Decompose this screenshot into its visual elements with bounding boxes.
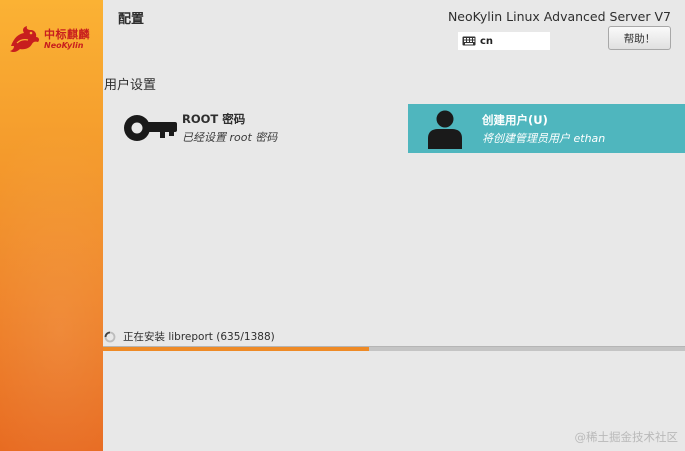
logo-text-cn: 中标麒麟 xyxy=(44,27,90,41)
section-title-user-settings: 用户设置 xyxy=(104,78,157,93)
keyboard-icon xyxy=(462,36,476,46)
keyboard-layout-indicator[interactable]: cn xyxy=(458,32,550,50)
neokylin-logo: 中标麒麟 NeoKylin xyxy=(8,22,98,56)
key-icon xyxy=(124,115,177,141)
spoke-root-password-status: 已经设置 root 密码 xyxy=(182,131,278,144)
spoke-create-user[interactable]: 创建用户(U) 将创建管理员用户 ethan xyxy=(408,104,685,153)
logo-text-en: NeoKylin xyxy=(44,40,84,50)
keyboard-layout-label: cn xyxy=(480,35,494,47)
product-title: NeoKylin Linux Advanced Server V7 xyxy=(447,9,671,24)
install-progress-text: 正在安装 libreport (635/1388) xyxy=(123,331,275,343)
watermark: @稀土掘金技术社区 xyxy=(574,430,679,444)
spoke-root-password-name: ROOT 密码 xyxy=(182,112,246,126)
sidebar: 中标麒麟 NeoKylin xyxy=(0,0,103,451)
spoke-create-user-name: 创建用户(U) xyxy=(482,112,548,127)
page-title: 配置 xyxy=(118,12,145,27)
install-progress-fill xyxy=(103,347,370,351)
spoke-root-password[interactable]: ROOT 密码 已经设置 root 密码 xyxy=(120,104,400,152)
spoke-create-user-status: 将创建管理员用户 ethan xyxy=(482,131,606,145)
spinner-icon xyxy=(104,331,116,342)
help-button[interactable]: 帮助！ xyxy=(608,26,671,50)
install-progress-status: 正在安装 libreport (635/1388) xyxy=(104,329,275,344)
install-progress-bar xyxy=(103,346,685,351)
user-icon xyxy=(428,110,462,149)
kylin-logo-icon xyxy=(10,26,40,53)
